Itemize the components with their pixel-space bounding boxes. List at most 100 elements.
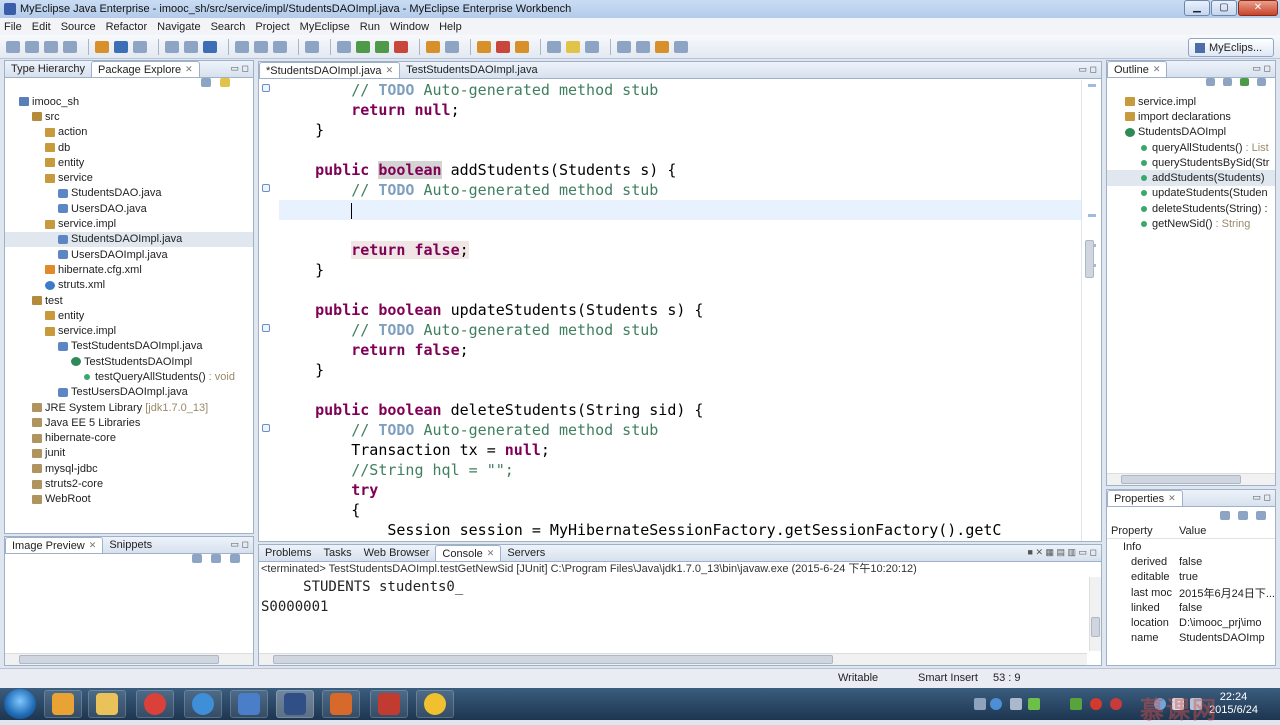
advanced-icon[interactable] (1238, 510, 1248, 520)
run-icon[interactable] (356, 40, 370, 53)
toggle-mark-icon[interactable] (547, 40, 561, 53)
close-icon[interactable]: ✕ (1153, 64, 1161, 75)
tree-item[interactable]: struts.xml (5, 278, 253, 293)
console-hscroll[interactable] (259, 653, 1087, 665)
view-controls[interactable]: ▭ ◻ (1253, 63, 1271, 74)
task-marker-icon[interactable] (262, 184, 270, 192)
tree-item[interactable]: mysql-jdbc (5, 461, 253, 476)
taskbar-app-qq-icon[interactable] (44, 690, 82, 718)
view-controls[interactable]: ▭ ◻ (1079, 64, 1097, 75)
menu-myeclipse[interactable]: MyEclipse (300, 21, 350, 33)
taskbar-app-explorer-icon[interactable] (88, 690, 126, 718)
sort-icon[interactable] (1206, 78, 1215, 86)
link-editor-icon[interactable] (220, 78, 230, 87)
tab-snippets[interactable]: Snippets (103, 537, 158, 553)
code-line[interactable]: // TODO Auto-generated method stub (279, 320, 1081, 340)
outline-item[interactable]: getNewSid(): String (1107, 216, 1275, 231)
tab-problems[interactable]: Problems (259, 545, 317, 561)
tray-keyboard-icon[interactable] (974, 698, 986, 710)
overview-ruler[interactable] (1081, 80, 1101, 541)
tree-item[interactable]: UsersDAO.java (5, 201, 253, 216)
tree-item[interactable]: TestStudentsDAOImpl (5, 354, 253, 369)
tree-item[interactable]: Java EE 5 Libraries (5, 415, 253, 430)
menu-refactor[interactable]: Refactor (106, 21, 148, 33)
debug-settings-icon[interactable] (337, 40, 351, 53)
maximize-button[interactable]: ▢ (1211, 0, 1237, 16)
view-controls[interactable]: ▭ ◻ (231, 539, 249, 550)
annotation-icon[interactable] (515, 40, 529, 53)
new-project-icon[interactable] (95, 40, 109, 53)
taskbar-app-sogou-icon[interactable] (184, 690, 222, 718)
tree-item[interactable]: service.impl (5, 323, 253, 338)
code-line[interactable]: // TODO Auto-generated method stub (279, 180, 1081, 200)
browser-icon[interactable] (184, 40, 198, 53)
menu-run[interactable]: Run (360, 21, 380, 33)
tree-item[interactable]: junit (5, 446, 253, 461)
globe-icon[interactable] (203, 40, 217, 53)
code-line[interactable]: return false; (279, 340, 1081, 360)
hide-static-icon[interactable] (1240, 78, 1249, 86)
tree-item[interactable]: testQueryAllStudents(): void (5, 369, 253, 384)
tab-tasks[interactable]: Tasks (317, 545, 357, 561)
tree-item[interactable]: struts2-core (5, 476, 253, 491)
tree-item[interactable]: StudentsDAO.java (5, 186, 253, 201)
tree-item[interactable]: imooc_sh (5, 94, 253, 109)
code-line[interactable]: { (279, 500, 1081, 520)
close-icon[interactable]: ✕ (1168, 493, 1176, 504)
tab-properties[interactable]: Properties ✕ (1107, 490, 1183, 506)
tree-item[interactable]: test (5, 293, 253, 308)
code-line[interactable] (279, 380, 1081, 400)
tab-outline[interactable]: Outline ✕ (1107, 61, 1168, 77)
view-controls[interactable]: ▭ ◻ (1253, 492, 1271, 503)
code-line[interactable]: //String hql = ""; (279, 460, 1081, 480)
minimize-button[interactable]: ▁ (1184, 0, 1210, 16)
taskbar-app-editor-icon[interactable] (370, 690, 408, 718)
code-line[interactable]: // TODO Auto-generated method stub (279, 420, 1081, 440)
fit-icon[interactable] (230, 554, 240, 563)
tree-item[interactable]: UsersDAOImpl.java (5, 247, 253, 262)
categories-icon[interactable] (1220, 510, 1230, 520)
image-preview-hscroll[interactable] (5, 653, 253, 665)
view-controls[interactable]: ▭ ◻ (231, 63, 249, 74)
previous-annotation-icon[interactable] (636, 40, 650, 53)
collapse-all-icon[interactable] (201, 78, 211, 87)
start-button[interactable] (4, 689, 36, 719)
toggle-highlight-icon[interactable] (566, 40, 580, 53)
code-line[interactable] (279, 280, 1081, 300)
restore-default-icon[interactable] (1256, 510, 1266, 520)
code-area[interactable]: // TODO Auto-generated method stub retur… (279, 80, 1081, 541)
tree-item[interactable]: TestStudentsDAOImpl.java (5, 339, 253, 354)
property-row[interactable]: last moc 2015年6月24日下... (1107, 585, 1275, 600)
tree-item[interactable]: hibernate-core (5, 431, 253, 446)
menu-window[interactable]: Window (390, 21, 429, 33)
code-line[interactable] (279, 200, 1081, 220)
zoom-in-icon[interactable] (192, 554, 202, 563)
tab-image-preview[interactable]: Image Preview ✕ (5, 537, 104, 553)
code-line[interactable] (279, 220, 1081, 240)
close-icon[interactable]: ✕ (89, 540, 97, 551)
close-icon[interactable]: ✕ (185, 64, 193, 75)
tab-web-browser[interactable]: Web Browser (358, 545, 436, 561)
outline-item[interactable]: deleteStudents(String) : (1107, 201, 1275, 216)
outline-item[interactable]: queryStudentsBySid(Str (1107, 155, 1275, 170)
taskbar-app-chrome-icon[interactable] (136, 690, 174, 718)
open-type-icon[interactable] (445, 40, 459, 53)
copy-icon[interactable] (254, 40, 268, 53)
code-line[interactable]: // TODO Auto-generated method stub (279, 80, 1081, 100)
external-tools-icon[interactable] (394, 40, 408, 53)
hide-fields-icon[interactable] (1223, 78, 1232, 86)
code-line[interactable]: return false; (279, 240, 1081, 260)
outline-item[interactable]: updateStudents(Studen (1107, 186, 1275, 201)
next-annotation-icon[interactable] (617, 40, 631, 53)
tab-studentsdaoimpl[interactable]: *StudentsDAOImpl.java ✕ (259, 62, 401, 78)
taskbar-app-myeclipse-icon[interactable] (276, 690, 314, 718)
code-line[interactable]: public boolean addStudents(Students s) { (279, 160, 1081, 180)
tree-item[interactable]: hibernate.cfg.xml (5, 262, 253, 277)
menu-project[interactable]: Project (255, 21, 289, 33)
property-row[interactable]: editable true (1107, 570, 1275, 585)
close-icon[interactable]: ✕ (386, 65, 394, 76)
close-icon[interactable]: ✕ (487, 548, 495, 559)
debug-icon[interactable] (375, 40, 389, 53)
hide-nonpublic-icon[interactable] (1257, 78, 1266, 86)
tray-battery-icon[interactable] (1028, 698, 1040, 710)
